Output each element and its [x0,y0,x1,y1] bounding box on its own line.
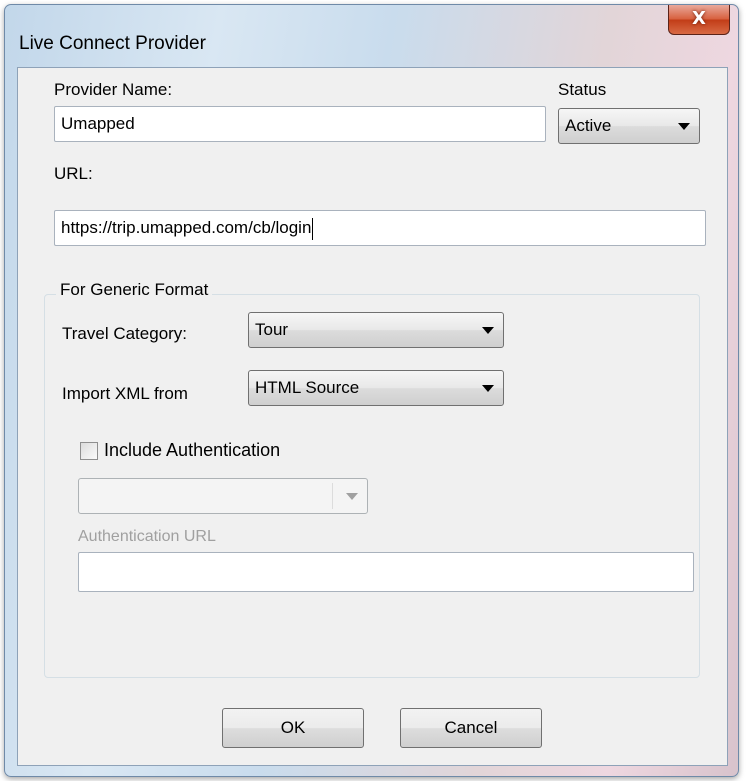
status-dropdown[interactable]: Active [558,108,700,144]
ok-button[interactable]: OK [222,708,364,748]
dropdown-divider [332,483,333,509]
include-authentication-checkbox[interactable] [80,442,98,460]
travel-category-label: Travel Category: [62,324,188,343]
title-bar[interactable]: Live Connect Provider X [5,5,738,54]
authentication-method-dropdown[interactable] [78,478,368,514]
import-xml-selected: HTML Source [255,378,360,397]
authentication-url-input[interactable] [78,552,694,592]
text-caret [312,217,314,240]
chevron-down-icon [678,123,690,130]
ok-button-label: OK [280,718,306,737]
close-icon: X [692,8,706,29]
close-button[interactable]: X [668,5,730,35]
group-title: For Generic Format [56,280,213,300]
chevron-down-icon [482,327,494,334]
status-selected: Active [565,116,612,135]
travel-category-selected: Tour [255,320,289,339]
import-xml-label: Import XML from [62,384,188,403]
cancel-button-label: Cancel [444,718,498,737]
dialog-body: Provider Name: Umapped Status Active URL… [17,67,728,766]
url-label: URL: [54,164,93,183]
include-authentication-label: Include Authentication [104,440,281,460]
cancel-button[interactable]: Cancel [400,708,542,748]
chevron-down-icon [346,493,358,500]
provider-name-value: Umapped [61,114,135,133]
dialog-window: Live Connect Provider X Provider Name: U… [4,4,739,777]
chevron-down-icon [482,385,494,392]
import-xml-dropdown[interactable]: HTML Source [248,370,504,406]
provider-name-input[interactable]: Umapped [54,106,546,142]
url-input[interactable]: https://trip.umapped.com/cb/login [54,210,706,246]
url-value: https://trip.umapped.com/cb/login [61,218,312,237]
authentication-url-label: Authentication URL [78,528,216,545]
window-title: Live Connect Provider [19,33,206,54]
status-label: Status [558,80,607,99]
provider-name-label: Provider Name: [54,80,173,99]
travel-category-dropdown[interactable]: Tour [248,312,504,348]
